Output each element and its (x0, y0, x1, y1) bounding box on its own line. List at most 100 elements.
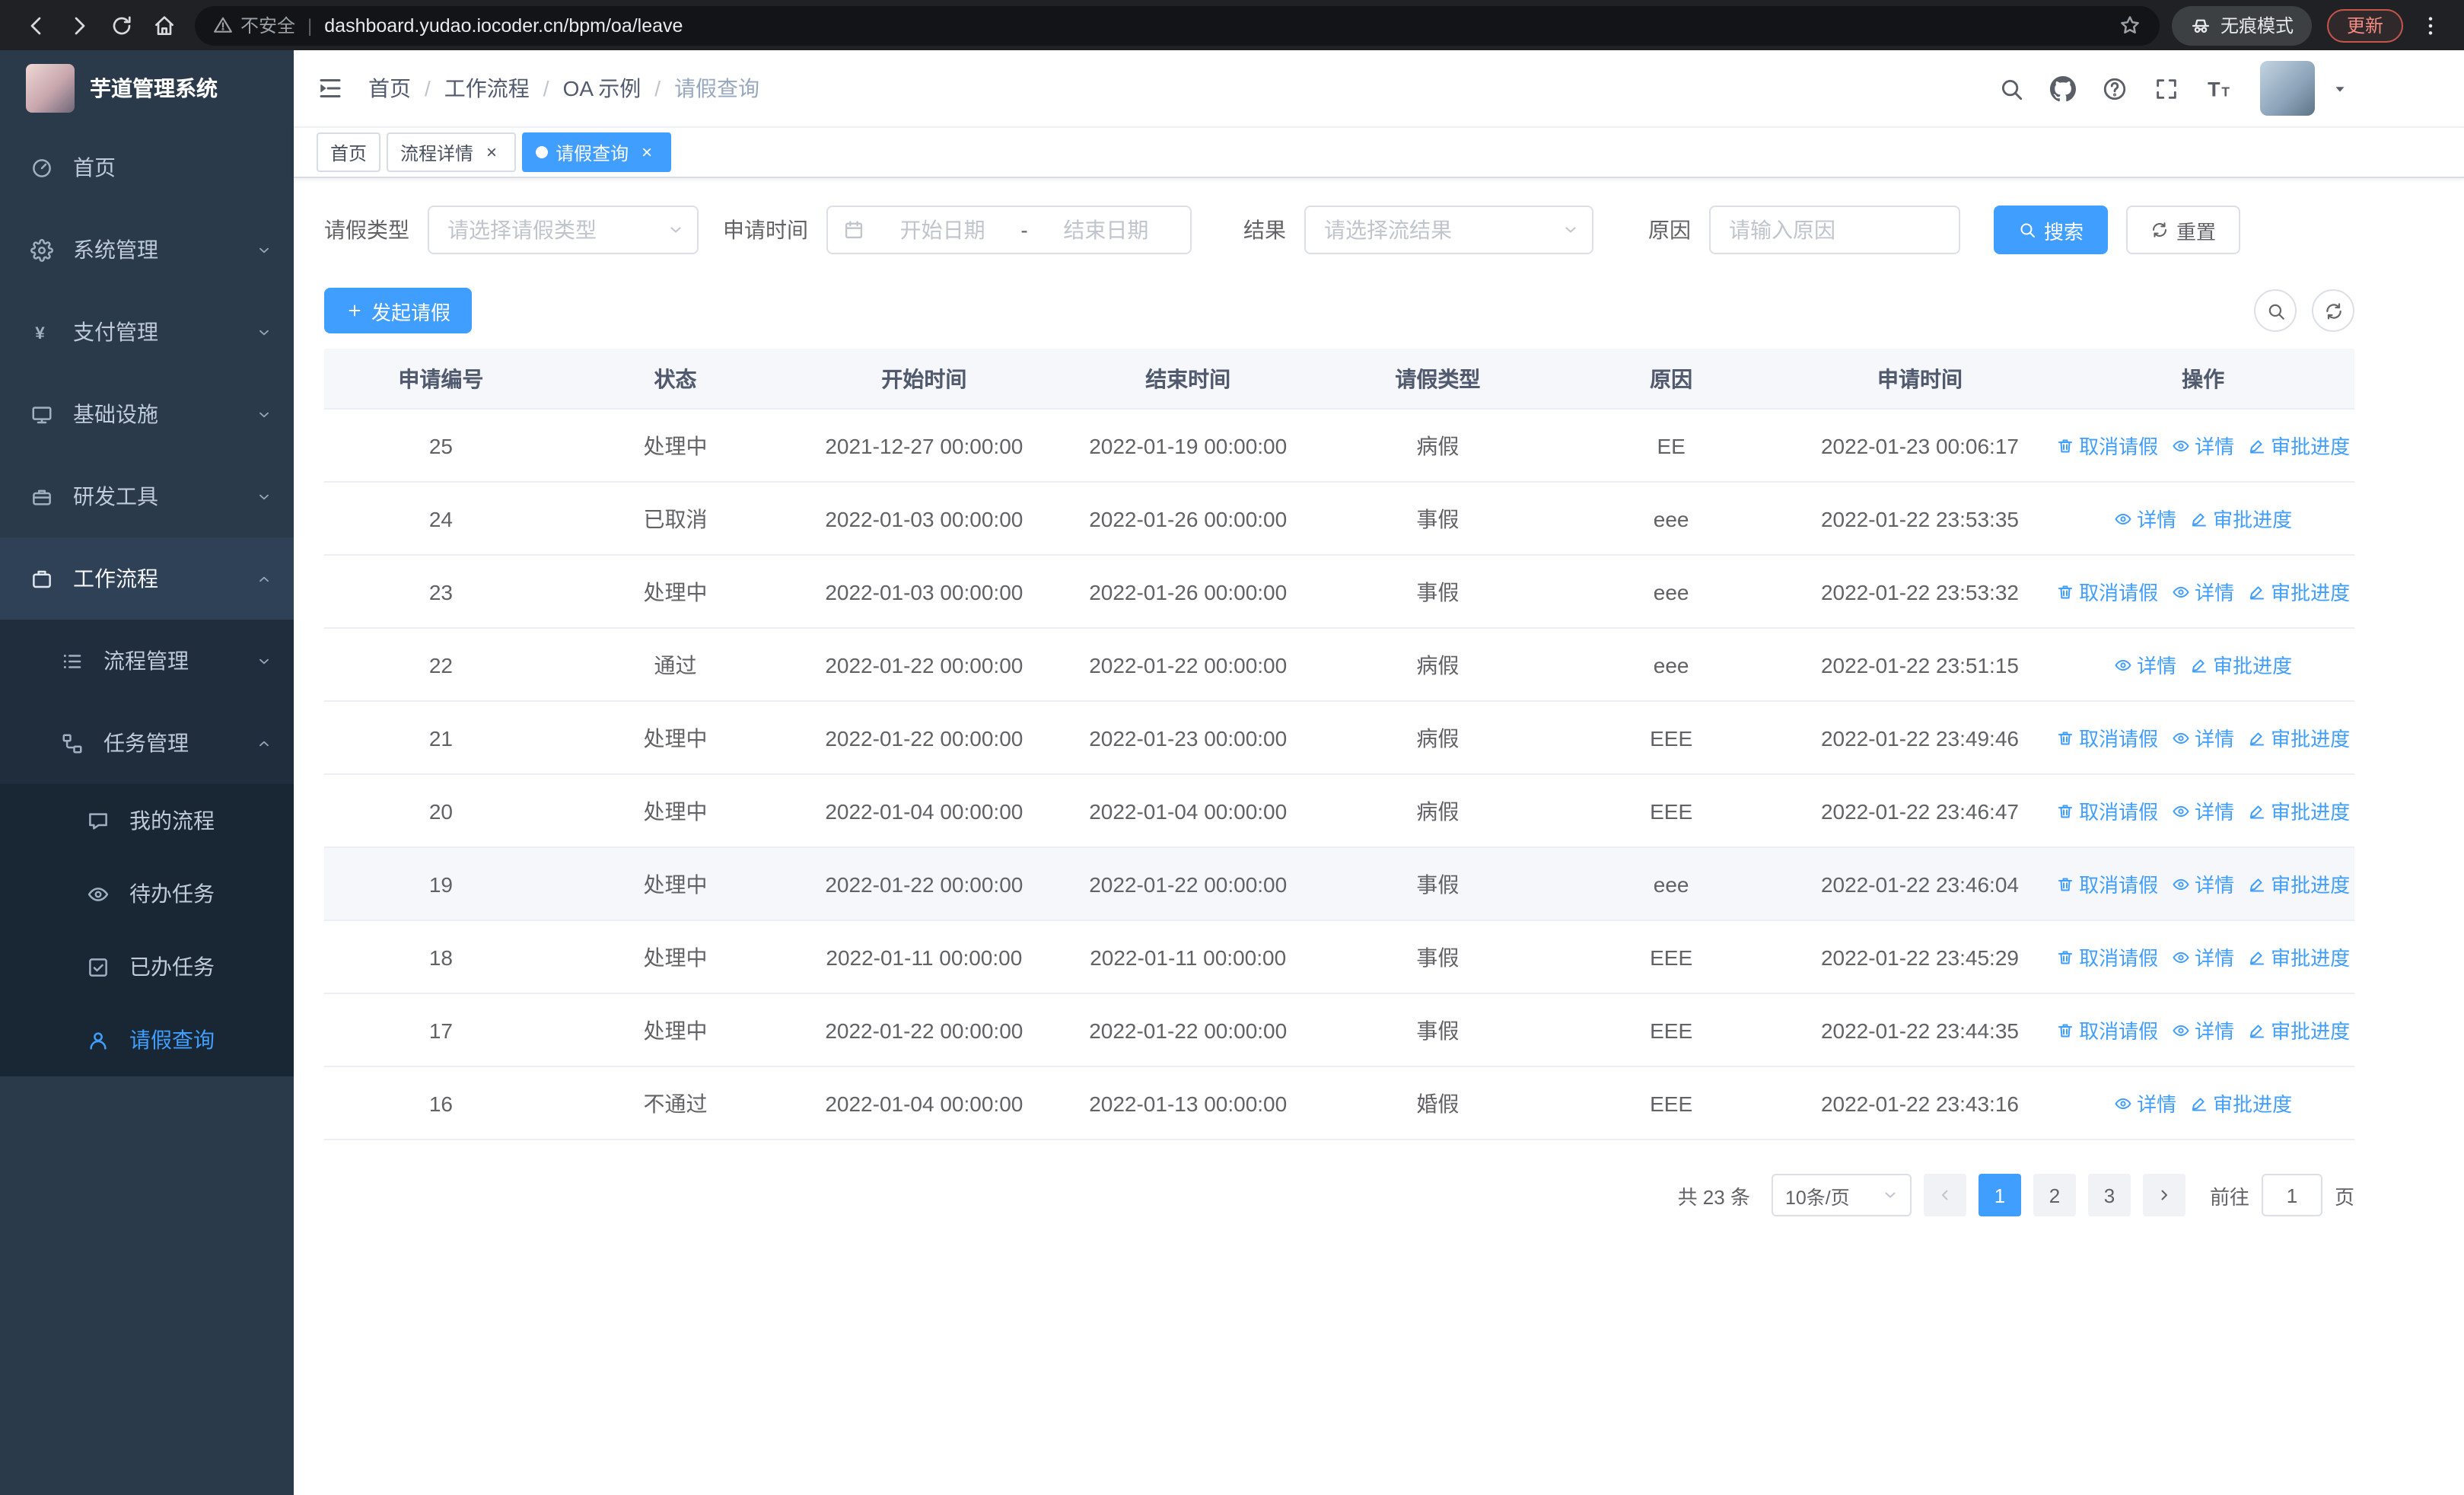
tab-process-detail[interactable]: 流程详情 × (387, 132, 517, 172)
search-button[interactable]: 搜索 (1994, 206, 2109, 254)
font-size-icon[interactable]: TT (2205, 74, 2234, 103)
next-page-button[interactable] (2142, 1174, 2185, 1216)
sidebar-item-dev-tools[interactable]: 研发工具 (0, 455, 294, 537)
create-leave-button[interactable]: 发起请假 (324, 288, 473, 333)
page-size-select[interactable]: 10条/页 (1771, 1174, 1912, 1216)
approval-progress-link[interactable]: 审批进度 (2248, 869, 2350, 898)
reload-icon[interactable] (100, 4, 143, 46)
sidebar-item-process-management[interactable]: 流程管理 (0, 620, 294, 702)
search-icon[interactable] (1998, 75, 2024, 101)
breadcrumb-item[interactable]: 工作流程 (444, 73, 530, 104)
op-label: 取消请假 (2079, 947, 2159, 970)
detail-link[interactable]: 详情 (2172, 796, 2234, 825)
back-icon[interactable] (15, 4, 58, 46)
caret-down-icon[interactable] (2332, 80, 2348, 97)
cancel-leave-link[interactable]: 取消请假 (2056, 431, 2158, 460)
sidebar-item-todo-tasks[interactable]: 待办任务 (0, 857, 294, 930)
sidebar-item-task-management[interactable]: 任务管理 (0, 702, 294, 784)
cancel-leave-link[interactable]: 取消请假 (2056, 942, 2158, 971)
security-warning[interactable]: 不安全 (213, 12, 295, 38)
approval-progress-link[interactable]: 审批进度 (2190, 504, 2292, 533)
prev-page-button[interactable] (1923, 1174, 1966, 1216)
hamburger-icon[interactable] (317, 75, 344, 102)
flow-icon (61, 732, 84, 754)
approval-progress-link[interactable]: 审批进度 (2248, 796, 2350, 825)
table-row: 22 通过 2022-01-22 00:00:00 2022-01-22 00:00:… (324, 629, 2354, 702)
detail-link[interactable]: 详情 (2172, 942, 2234, 971)
breadcrumb-item: 请假查询 (674, 76, 760, 100)
sidebar-item-my-processes[interactable]: 我的流程 (0, 784, 294, 857)
cancel-leave-link[interactable]: 取消请假 (2056, 869, 2158, 898)
cell-start-time: 2022-01-22 00:00:00 (825, 872, 1023, 896)
plus-icon (345, 301, 364, 320)
detail-link[interactable]: 详情 (2114, 650, 2176, 679)
cell-apply-id: 16 (428, 1091, 453, 1115)
help-icon[interactable] (2102, 75, 2128, 101)
detail-link[interactable]: 详情 (2114, 1089, 2176, 1117)
tab-leave-query[interactable]: 请假查询 × (522, 132, 672, 172)
approval-progress-link[interactable]: 审批进度 (2248, 577, 2350, 606)
cancel-leave-link[interactable]: 取消请假 (2056, 577, 2158, 606)
cell-leave-type: 病假 (1416, 433, 1460, 457)
github-icon[interactable] (2050, 75, 2076, 101)
chevron-down-icon (256, 241, 272, 258)
browser-menu-icon[interactable] (2412, 7, 2449, 43)
edit-icon (2248, 728, 2266, 747)
detail-link[interactable]: 详情 (2172, 869, 2234, 898)
delete-icon (2056, 582, 2074, 601)
detail-link[interactable]: 详情 (2172, 1015, 2234, 1044)
forward-icon[interactable] (58, 4, 100, 46)
result-select[interactable]: 请选择流结果 (1304, 206, 1593, 254)
approval-progress-link[interactable]: 审批进度 (2248, 942, 2350, 971)
sidebar-menu: 首页 系统管理 ¥ 支付管理 基础设施 研发工具 工作流程 流程管理 任务管理 我的流程 待办任务已… (0, 126, 294, 1076)
close-icon[interactable]: × (481, 142, 502, 163)
sidebar-item-system-management[interactable]: 系统管理 (0, 209, 294, 291)
sidebar-item-leave-query[interactable]: 请假查询 (0, 1003, 294, 1076)
breadcrumb-item[interactable]: 首页 (368, 73, 411, 104)
cell-apply-time: 2022-01-23 00:06:17 (1820, 433, 2019, 457)
fullscreen-icon[interactable] (2154, 75, 2179, 101)
eye-icon (2114, 509, 2132, 528)
detail-link[interactable]: 详情 (2114, 504, 2176, 533)
sidebar-item-home[interactable]: 首页 (0, 126, 294, 209)
breadcrumb-item[interactable]: OA 示例 (563, 73, 641, 104)
sidebar-item-workflow[interactable]: 工作流程 (0, 537, 294, 620)
svg-text:T: T (2221, 84, 2230, 99)
update-button[interactable]: 更新 (2326, 8, 2403, 42)
sidebar-item-infrastructure[interactable]: 基础设施 (0, 373, 294, 455)
approval-progress-link[interactable]: 审批进度 (2248, 723, 2350, 752)
cancel-leave-link[interactable]: 取消请假 (2056, 723, 2158, 752)
sidebar-item-payment-management[interactable]: ¥ 支付管理 (0, 291, 294, 373)
cancel-leave-link[interactable]: 取消请假 (2056, 796, 2158, 825)
page-button-3[interactable]: 3 (2087, 1174, 2131, 1216)
approval-progress-link[interactable]: 审批进度 (2248, 1015, 2350, 1044)
close-icon[interactable]: × (636, 142, 657, 163)
edit-icon (2248, 1021, 2266, 1039)
page-button-1[interactable]: 1 (1978, 1174, 2021, 1216)
detail-link[interactable]: 详情 (2172, 577, 2234, 606)
apply-time-range-picker[interactable]: 开始日期 - 结束日期 (826, 206, 1192, 254)
user-avatar[interactable] (2260, 61, 2315, 116)
home-icon[interactable] (143, 4, 186, 46)
page-button-2[interactable]: 2 (2033, 1174, 2076, 1216)
delete-icon (2056, 728, 2074, 747)
tab-home[interactable]: 首页 (317, 132, 381, 172)
detail-link[interactable]: 详情 (2172, 723, 2234, 752)
approval-progress-link[interactable]: 审批进度 (2190, 650, 2292, 679)
sidebar-item-done-tasks[interactable]: 已办任务 (0, 930, 294, 1003)
approval-progress-link[interactable]: 审批进度 (2248, 431, 2350, 460)
pagination: 共 23 条 10条/页 123 前往 页 (324, 1174, 2354, 1216)
sidebar-item-label: 请假查询 (129, 1028, 215, 1052)
leave-type-select[interactable]: 请选择请假类型 (428, 206, 699, 254)
detail-link[interactable]: 详情 (2172, 431, 2234, 460)
bookmark-star-icon[interactable] (2119, 14, 2141, 37)
cancel-leave-link[interactable]: 取消请假 (2056, 1015, 2158, 1044)
toggle-search-button[interactable] (2254, 289, 2297, 332)
url-bar[interactable]: 不安全 | dashboard.yudao.iocoder.cn/bpm/oa/… (195, 5, 2160, 45)
goto-page-input[interactable] (2261, 1174, 2322, 1216)
approval-progress-link[interactable]: 审批进度 (2190, 1089, 2292, 1117)
reason-input[interactable] (1709, 206, 1960, 254)
refresh-table-button[interactable] (2312, 289, 2354, 332)
incognito-badge: 无痕模式 (2171, 5, 2312, 45)
reset-button[interactable]: 重置 (2126, 206, 2241, 254)
